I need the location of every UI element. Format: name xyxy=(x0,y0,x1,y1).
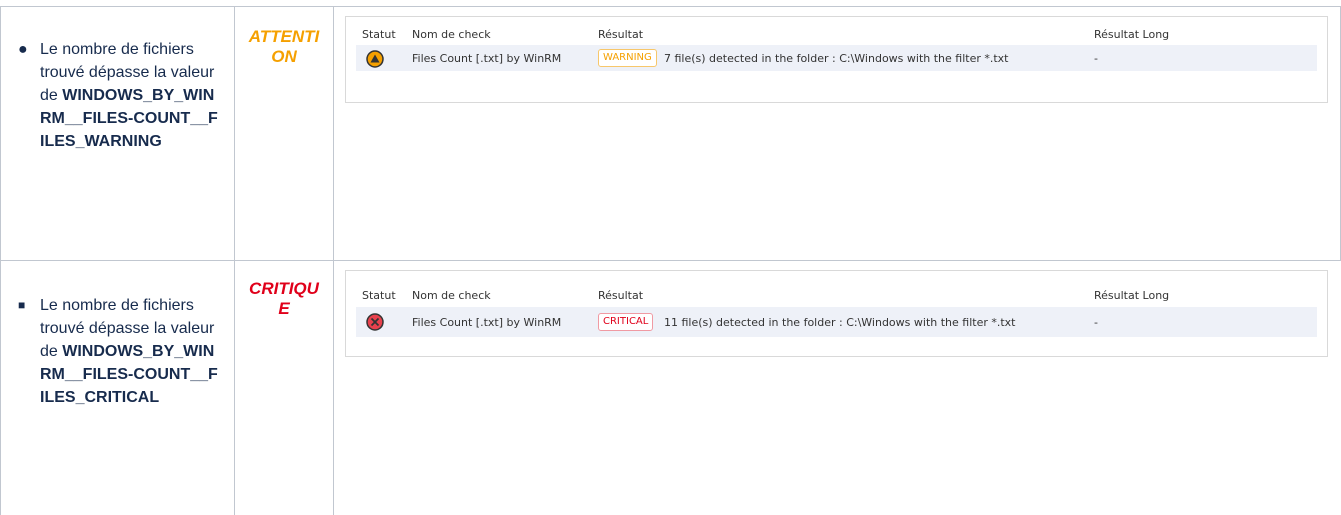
check-name[interactable]: Files Count [.txt] by WinRM xyxy=(412,52,561,65)
table-row-description: ● Le nombre de fichiers trouvé dépasse l… xyxy=(18,38,220,153)
long-result: - xyxy=(1094,52,1098,65)
column-header-result: Résultat xyxy=(598,289,644,302)
table-row-divider xyxy=(0,260,1341,261)
bullet-square-icon: ■ xyxy=(18,298,26,312)
column-header-status: Statut xyxy=(362,289,396,302)
column-header-long-result: Résultat Long xyxy=(1094,28,1170,41)
check-result-panel: Statut Nom de check Résultat Résultat Lo… xyxy=(345,16,1328,103)
status-badge: CRITICAL xyxy=(598,313,654,331)
table-border-top xyxy=(0,6,1341,7)
column-header-check-name: Nom de check xyxy=(412,289,491,302)
table-row-description: ■ Le nombre de fichiers trouvé dépasse l… xyxy=(18,294,220,409)
level-label: CRITIQUE xyxy=(249,279,319,318)
check-result-panel: Statut Nom de check Résultat Résultat Lo… xyxy=(345,270,1328,357)
critical-x-icon xyxy=(366,313,384,331)
result-text: 7 file(s) detected in the folder : C:\Wi… xyxy=(664,52,1009,65)
level-label: ATTENTION xyxy=(248,27,320,66)
status-badge: WARNING xyxy=(598,49,657,67)
long-result: - xyxy=(1094,316,1098,329)
bullet-dot-icon: ● xyxy=(18,41,28,58)
column-header-result: Résultat xyxy=(598,28,644,41)
variable-name: WINDOWS_BY_WINRM__FILES-COUNT__FILES_WAR… xyxy=(40,87,218,150)
result-text: 11 file(s) detected in the folder : C:\W… xyxy=(664,316,1016,329)
variable-name: WINDOWS_BY_WINRM__FILES-COUNT__FILES_CRI… xyxy=(40,343,218,406)
column-header-status: Statut xyxy=(362,28,396,41)
warning-triangle-icon xyxy=(366,50,384,68)
column-header-check-name: Nom de check xyxy=(412,28,491,41)
column-header-long-result: Résultat Long xyxy=(1094,289,1170,302)
check-name[interactable]: Files Count [.txt] by WinRM xyxy=(412,316,561,329)
